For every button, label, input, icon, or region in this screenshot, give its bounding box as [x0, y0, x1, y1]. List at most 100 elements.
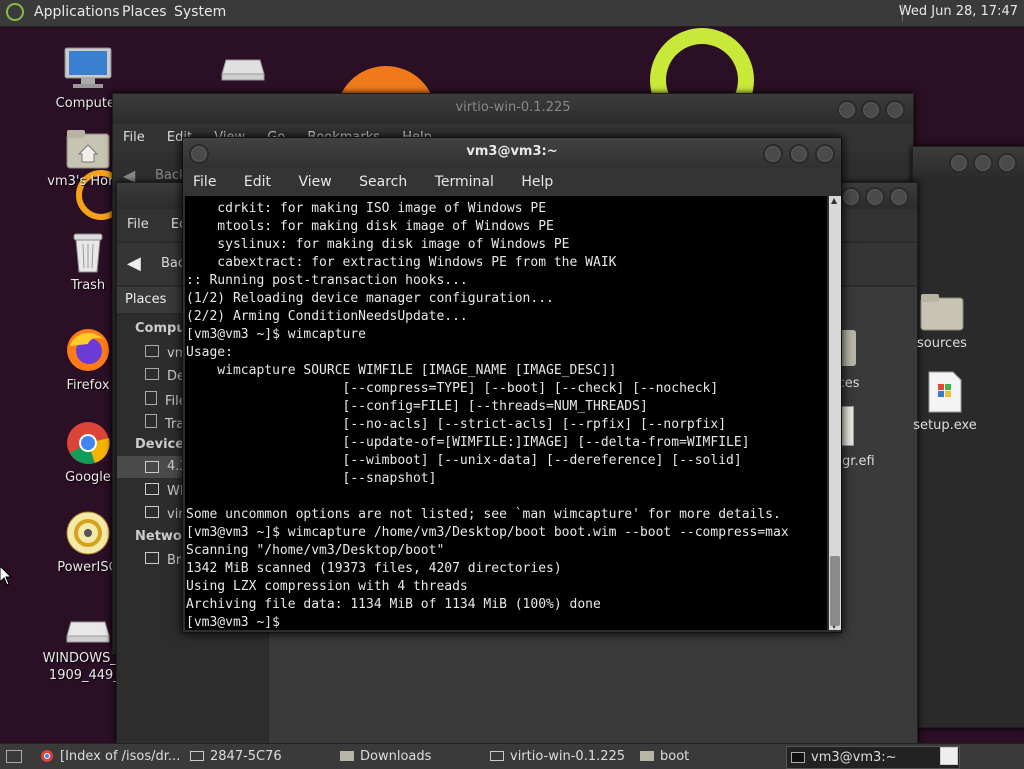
drive-icon	[145, 461, 159, 473]
minimize-button[interactable]	[837, 100, 857, 120]
network-icon	[145, 552, 159, 564]
terminal-line: [vm3@vm3 ~]$ wimcapture	[186, 327, 367, 342]
terminal-line: [--no-acls] [--strict-acls] [--rpfix] [-…	[186, 417, 727, 432]
window-title: virtio-win-0.1.225	[455, 100, 571, 115]
terminal-line: Some uncommon options are not listed; se…	[186, 507, 781, 522]
minimize-button[interactable]	[763, 144, 783, 164]
terminal-line: [--config=FILE] [--threads=NUM_THREADS]	[186, 399, 648, 414]
drive-icon	[66, 621, 110, 643]
terminal-line: Archiving file data: 1134 MiB of 1134 Mi…	[186, 597, 601, 612]
terminal-icon	[791, 752, 805, 763]
file-item-setup[interactable]: setup.exe	[912, 370, 978, 433]
menu-edit[interactable]: Edit	[244, 174, 271, 190]
firefox-icon	[67, 329, 109, 371]
terminal-line: :: Running post-transaction hooks...	[186, 273, 468, 288]
trash-icon	[73, 233, 103, 273]
maximize-button[interactable]	[865, 187, 885, 207]
menu-system[interactable]: System	[174, 4, 226, 20]
window-titlebar[interactable]	[913, 147, 1024, 177]
mouse-cursor-icon	[0, 566, 12, 586]
terminal-line: syslinux: for making disk image of Windo…	[186, 237, 570, 252]
desktop-label: Google	[65, 470, 111, 485]
desktop-label: Trash	[70, 278, 106, 293]
terminal-line: 1342 MiB scanned (19373 files, 4207 dire…	[186, 561, 562, 576]
task-virtio-win[interactable]: virtio-win-0.1.225	[486, 746, 658, 767]
taskbar: [Index of /isos/dr... 2847-5C76 Download…	[0, 743, 1024, 769]
poweriso-icon	[66, 511, 110, 555]
computer-icon	[64, 47, 112, 88]
exe-icon	[928, 371, 962, 413]
task-terminal[interactable]: vm3@vm3:~	[786, 746, 960, 769]
chrome-icon	[67, 422, 110, 465]
drive-icon	[145, 483, 159, 495]
chrome-icon	[41, 750, 53, 762]
folder-icon	[640, 751, 654, 761]
back-arrow-icon[interactable]: ◀	[127, 253, 141, 274]
task-2847-5c76[interactable]: 2847-5C76	[186, 746, 358, 767]
minimize-button[interactable]	[841, 187, 861, 207]
filesystem-icon	[145, 391, 157, 405]
menu-file[interactable]: File	[127, 217, 149, 232]
task-downloads[interactable]: Downloads	[336, 746, 508, 767]
scroll-up-arrow-icon[interactable]: ▲	[831, 196, 837, 205]
distro-logo-icon[interactable]	[6, 3, 24, 21]
maximize-button[interactable]	[789, 144, 809, 164]
terminal-line: Scanning "/home/vm3/Desktop/boot"	[186, 543, 445, 558]
menu-view[interactable]: View	[298, 174, 331, 190]
terminal-line: [--update-of=[WIMFILE:]IMAGE] [--delta-f…	[186, 435, 750, 450]
minimize-button[interactable]	[949, 153, 969, 173]
terminal-line: Using LZX compression with 4 threads	[186, 579, 468, 594]
terminal-line: [vm3@vm3 ~]$ wimcapture /home/vm3/Deskto…	[186, 525, 789, 540]
folder-icon	[145, 368, 159, 380]
terminal-line: wimcapture SOURCE WIMFILE [IMAGE_NAME [I…	[186, 363, 617, 378]
menu-file[interactable]: File	[193, 174, 216, 190]
desktop-label: PowerISO	[57, 560, 119, 575]
window-titlebar[interactable]: vm3@vm3:~	[183, 138, 841, 168]
terminal-line: cabextract: for extracting Windows PE fr…	[186, 255, 617, 270]
drive-icon	[190, 751, 204, 761]
menu-file[interactable]: File	[123, 130, 145, 145]
scrollbar-thumb[interactable]	[830, 556, 840, 626]
file-item-sources[interactable]: sources	[912, 292, 972, 351]
drive-icon[interactable]	[220, 56, 266, 86]
desktop-label: Firefox	[66, 378, 110, 393]
window-titlebar[interactable]: virtio-win-0.1.225	[113, 94, 913, 124]
close-button[interactable]	[885, 100, 905, 120]
folder-icon	[920, 294, 964, 331]
workspace-switcher-icon[interactable]	[940, 747, 958, 765]
close-button[interactable]	[815, 144, 835, 164]
trash-icon	[145, 414, 157, 428]
window-title: vm3@vm3:~	[466, 144, 558, 159]
menu-help[interactable]: Help	[521, 174, 553, 190]
task-boot[interactable]: boot	[636, 746, 808, 767]
close-button[interactable]	[997, 153, 1017, 173]
clock[interactable]: Wed Jun 28, 17:47	[899, 4, 1018, 19]
terminal-line: cdrkit: for making ISO image of Windows …	[186, 201, 547, 216]
home-icon	[145, 345, 159, 357]
terminal-window[interactable]: vm3@vm3:~ File Edit View Search Terminal…	[182, 137, 842, 633]
terminal-line: [vm3@vm3 ~]$	[186, 615, 288, 630]
show-desktop-icon[interactable]	[6, 750, 22, 763]
close-button[interactable]	[889, 187, 909, 207]
menu-places[interactable]: Places	[122, 4, 167, 20]
task-chrome-index[interactable]: [Index of /isos/dr...	[36, 746, 208, 767]
drive-icon	[490, 751, 504, 761]
menu-terminal[interactable]: Terminal	[435, 174, 494, 190]
terminal-line: (1/2) Reloading device manager configura…	[186, 291, 554, 306]
terminal-menubar: File Edit View Search Terminal Help	[183, 168, 841, 196]
menu-applications[interactable]: Applications	[34, 4, 120, 20]
file-label: sources	[917, 336, 967, 351]
menu-search[interactable]: Search	[359, 174, 407, 190]
home-folder-icon	[66, 130, 110, 169]
terminal-output[interactable]: cdrkit: for making ISO image of Windows …	[185, 196, 827, 630]
file-label: gr.efi	[842, 454, 875, 469]
terminal-line: Usage:	[186, 345, 233, 360]
maximize-button[interactable]	[861, 100, 881, 120]
top-panel: Applications Places System Wed Jun 28, 1…	[0, 0, 1024, 27]
drive-icon	[145, 506, 159, 518]
file-manager-window-right[interactable]	[912, 146, 1024, 728]
terminal-line: [--snapshot]	[186, 471, 437, 486]
places-label[interactable]: Places	[125, 292, 166, 307]
maximize-button[interactable]	[973, 153, 993, 173]
titlebar-menu-button[interactable]	[189, 144, 209, 164]
